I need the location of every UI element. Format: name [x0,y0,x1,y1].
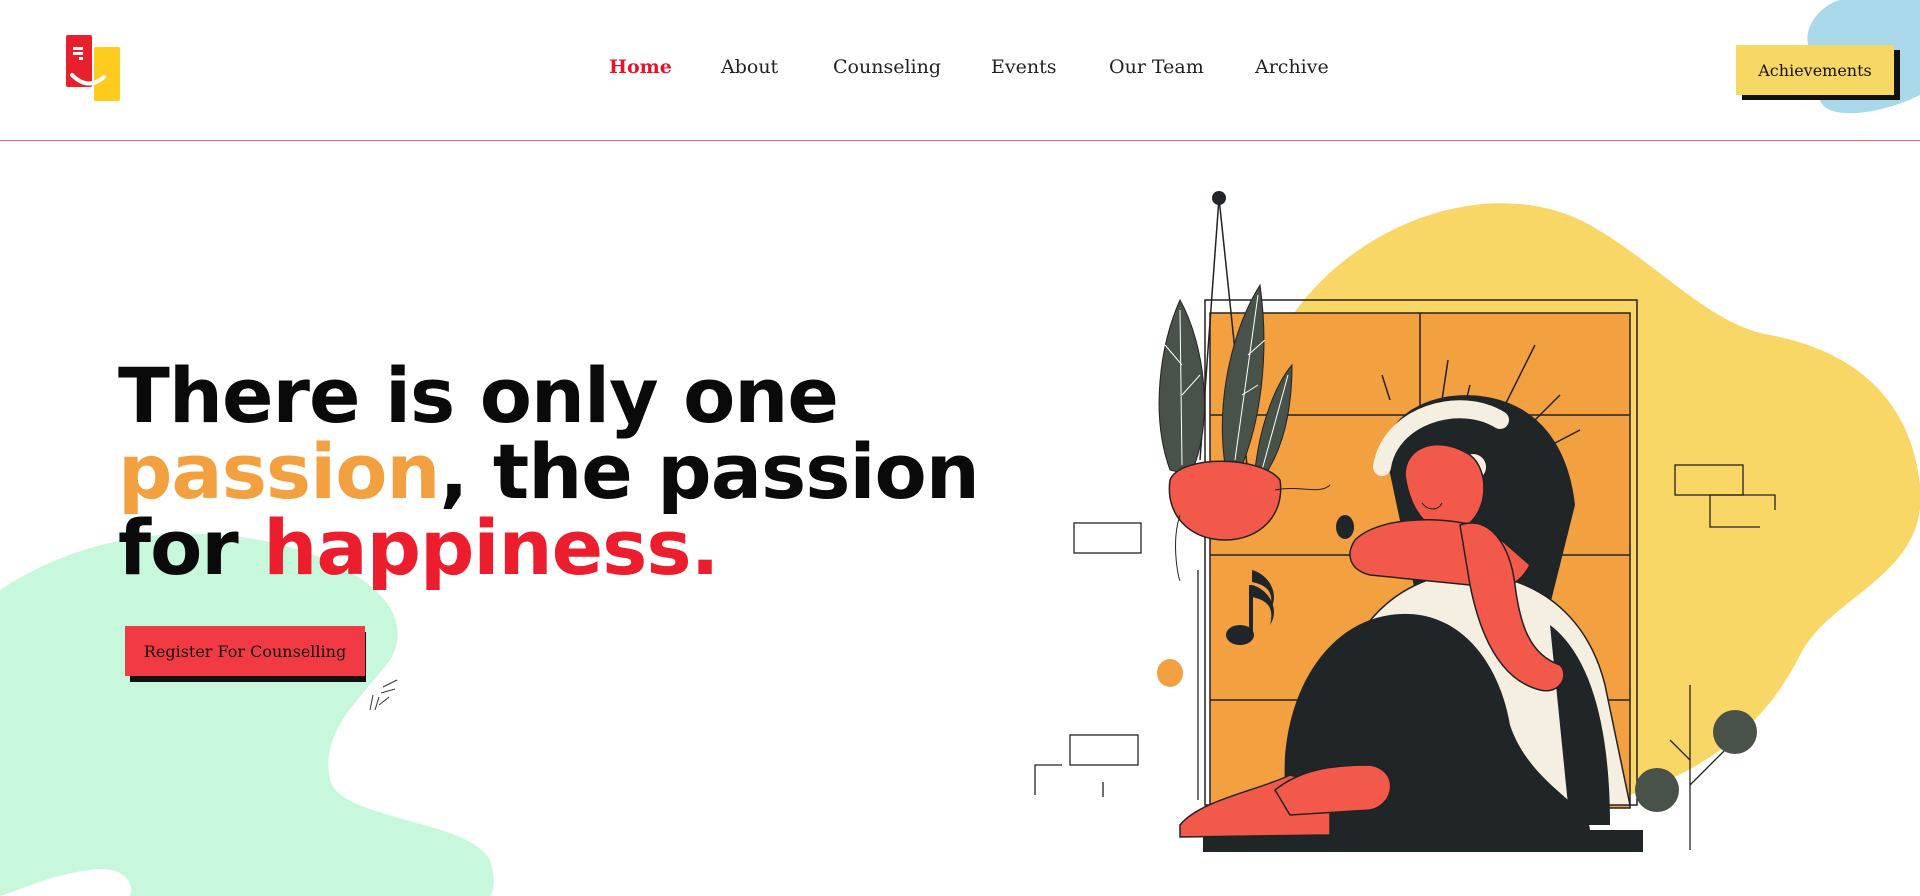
site-header: Home About Counseling Events Our Team Ar… [0,0,1920,141]
hero-line-3: for happiness. [118,510,1018,586]
nav-archive[interactable]: Archive [1255,56,1329,78]
achievements-button[interactable]: Achievements [1736,45,1894,95]
nav-our-team[interactable]: Our Team [1109,56,1204,78]
nav-about[interactable]: About [721,56,778,78]
main-nav: Home About Counseling Events Our Team Ar… [0,56,1920,86]
hero-highlight-happiness: happiness. [263,503,719,592]
nav-counseling[interactable]: Counseling [833,56,941,78]
hero-illustration [1034,191,1920,852]
hero-heading: There is only one passion, the passion f… [118,358,1018,586]
nav-home[interactable]: Home [609,56,672,78]
hero-line-1: There is only one [118,351,839,440]
nav-events[interactable]: Events [991,56,1056,78]
hero-line-2: passion, the passion [118,434,1018,510]
hero-line-3-prefix: for [118,503,264,592]
sparkle-icon [369,679,398,711]
register-counselling-button[interactable]: Register For Counselling [125,626,365,676]
